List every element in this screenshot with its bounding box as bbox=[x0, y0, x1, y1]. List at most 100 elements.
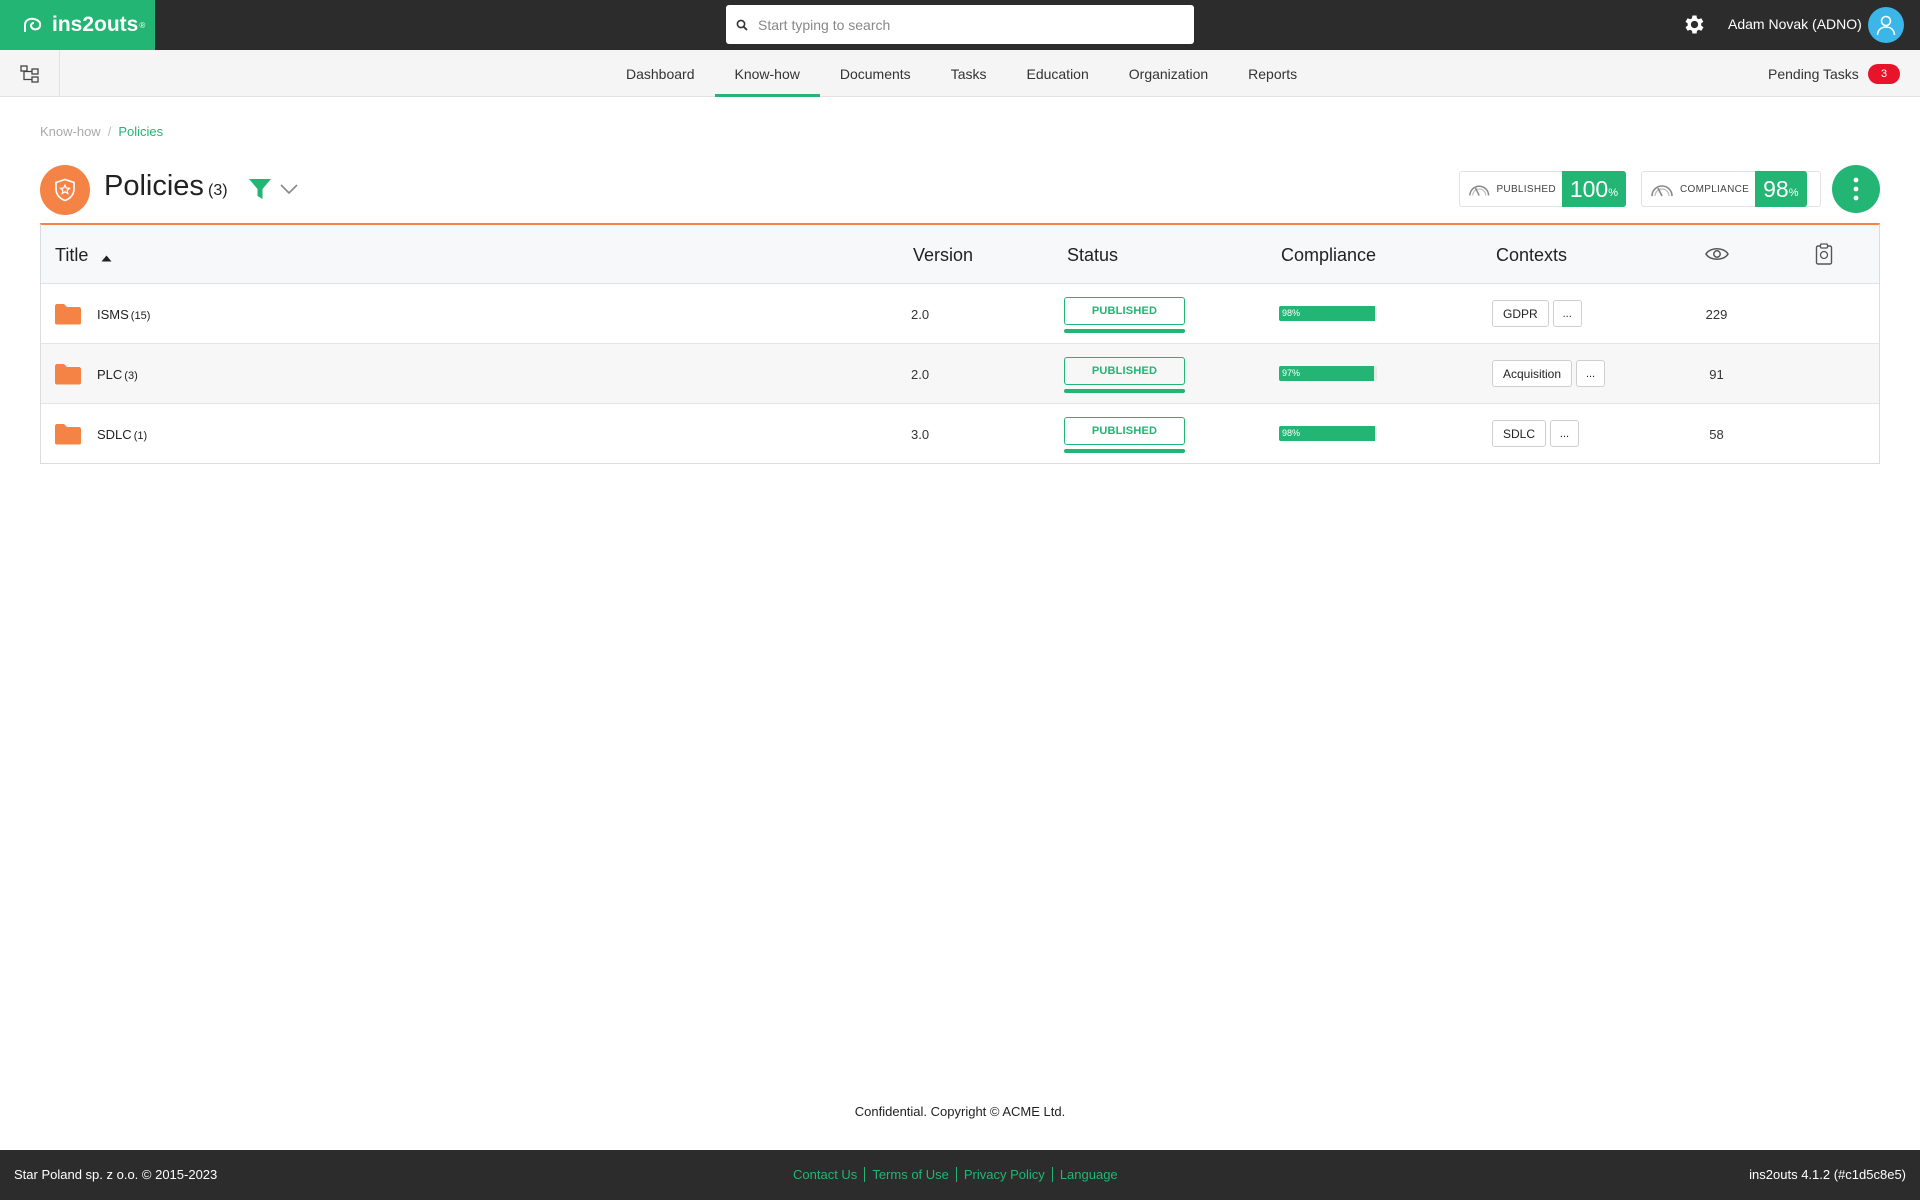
compliance-bar: 97% bbox=[1279, 366, 1377, 381]
eye-icon[interactable] bbox=[1705, 246, 1729, 262]
published-stat: PUBLISHED 100% bbox=[1459, 171, 1626, 207]
nav-tasks[interactable]: Tasks bbox=[931, 50, 1007, 97]
nav-documents[interactable]: Documents bbox=[820, 50, 931, 97]
row-version: 2.0 bbox=[911, 307, 930, 322]
nav-reports[interactable]: Reports bbox=[1228, 50, 1317, 97]
gauge-icon bbox=[1651, 185, 1673, 197]
status-label: PUBLISHED bbox=[1064, 417, 1185, 445]
trademark: ® bbox=[139, 20, 146, 30]
filter-icon[interactable] bbox=[248, 177, 272, 201]
published-value: 100 bbox=[1569, 175, 1609, 202]
breadcrumb-policies[interactable]: Policies bbox=[118, 124, 163, 139]
app-name: ins2outs bbox=[52, 13, 139, 36]
row-title-count: (15) bbox=[130, 310, 151, 322]
status-underline bbox=[1064, 389, 1185, 393]
compliance-bar: 98% bbox=[1279, 306, 1377, 321]
column-version[interactable]: Version bbox=[913, 245, 973, 266]
row-title[interactable]: ISMS (15) bbox=[97, 307, 150, 322]
contexts-cell: Acquisition ... bbox=[1492, 360, 1606, 387]
clipboard-icon[interactable] bbox=[1815, 243, 1833, 265]
footer-link-terms[interactable]: Terms of Use bbox=[864, 1167, 956, 1182]
footer-links: Contact Us Terms of Use Privacy Policy L… bbox=[793, 1167, 1125, 1182]
search-box[interactable] bbox=[726, 5, 1194, 44]
column-title[interactable]: Title bbox=[55, 245, 88, 266]
more-actions-button[interactable] bbox=[1832, 165, 1880, 213]
compliance-stat: COMPLIANCE 98% bbox=[1641, 171, 1821, 207]
gauge-icon bbox=[1469, 185, 1490, 196]
row-version: 2.0 bbox=[911, 367, 930, 382]
table-row[interactable]: ISMS (15) 2.0 PUBLISHED 98% GDPR ... 229 bbox=[41, 284, 1879, 344]
context-tag[interactable]: SDLC bbox=[1492, 420, 1547, 447]
compliance-bar-fill: 97% bbox=[1279, 366, 1375, 381]
status-label: PUBLISHED bbox=[1064, 297, 1185, 325]
compliance-bar: 98% bbox=[1279, 426, 1377, 441]
app-logo[interactable]: ins2outs ® bbox=[0, 0, 155, 50]
user-name[interactable]: Adam Novak (ADNO) bbox=[1728, 16, 1862, 32]
tree-icon bbox=[19, 64, 39, 83]
footer-link-language[interactable]: Language bbox=[1051, 1167, 1125, 1182]
page-icon bbox=[40, 165, 90, 215]
contexts-cell: SDLC ... bbox=[1492, 420, 1580, 447]
context-more-button[interactable]: ... bbox=[1550, 420, 1580, 447]
compliance-label: COMPLIANCE bbox=[1680, 183, 1750, 195]
folder-icon bbox=[55, 364, 81, 385]
policies-table: Title Version Status Compliance Contexts… bbox=[40, 223, 1880, 464]
chevron-down-icon[interactable] bbox=[280, 184, 298, 195]
breadcrumb-know-how[interactable]: Know-how bbox=[40, 124, 101, 139]
footer-link-privacy[interactable]: Privacy Policy bbox=[955, 1167, 1052, 1182]
status-badge: PUBLISHED bbox=[1064, 357, 1185, 394]
context-more-button[interactable]: ... bbox=[1576, 360, 1606, 387]
context-more-button[interactable]: ... bbox=[1552, 300, 1582, 327]
search-icon bbox=[736, 19, 748, 31]
row-title[interactable]: PLC (3) bbox=[97, 367, 138, 382]
published-label: PUBLISHED bbox=[1496, 183, 1556, 195]
tree-view-button[interactable] bbox=[0, 50, 60, 97]
row-title-text: SDLC bbox=[97, 427, 132, 442]
status-label: PUBLISHED bbox=[1064, 357, 1185, 385]
nav-dashboard[interactable]: Dashboard bbox=[606, 50, 715, 97]
page-count: (3) bbox=[208, 182, 228, 199]
context-tag[interactable]: GDPR bbox=[1492, 300, 1549, 327]
row-views: 91 bbox=[1709, 367, 1724, 382]
table-row[interactable]: SDLC (1) 3.0 PUBLISHED 98% SDLC ... 58 bbox=[41, 404, 1879, 464]
status-badge: PUBLISHED bbox=[1064, 297, 1185, 334]
column-status[interactable]: Status bbox=[1067, 245, 1118, 266]
pending-tasks-badge[interactable]: 3 bbox=[1868, 64, 1900, 84]
pending-tasks-link[interactable]: Pending Tasks bbox=[1768, 66, 1859, 82]
search-input[interactable] bbox=[758, 16, 1178, 33]
column-compliance[interactable]: Compliance bbox=[1281, 245, 1376, 266]
sort-up-icon[interactable] bbox=[101, 255, 112, 262]
nav-education[interactable]: Education bbox=[1006, 50, 1108, 97]
user-icon bbox=[1876, 15, 1896, 36]
footer: Star Poland sp. z o.o. © 2015-2023 Conta… bbox=[0, 1150, 1920, 1200]
footer-copyright: Star Poland sp. z o.o. © 2015-2023 bbox=[14, 1167, 218, 1182]
context-tag[interactable]: Acquisition bbox=[1492, 360, 1573, 387]
compliance-bar-fill: 98% bbox=[1279, 306, 1376, 321]
column-contexts[interactable]: Contexts bbox=[1496, 245, 1567, 266]
compliance-value-box: 98% bbox=[1755, 171, 1807, 207]
status-underline bbox=[1064, 449, 1185, 453]
more-vertical-icon bbox=[1853, 177, 1859, 201]
logo-icon bbox=[24, 17, 42, 32]
table-row[interactable]: PLC (3) 2.0 PUBLISHED 97% Acquisition ...… bbox=[41, 344, 1879, 404]
nav-know-how[interactable]: Know-how bbox=[714, 50, 820, 97]
folder-icon bbox=[55, 424, 81, 445]
avatar[interactable] bbox=[1868, 7, 1904, 43]
footer-link-contact[interactable]: Contact Us bbox=[793, 1167, 864, 1182]
footer-version: ins2outs 4.1.2 (#c1d5c8e5) bbox=[1749, 1167, 1906, 1182]
breadcrumb: Know-how / Policies bbox=[40, 124, 163, 139]
row-title-text: PLC bbox=[97, 367, 123, 382]
status-badge: PUBLISHED bbox=[1064, 417, 1185, 454]
compliance-bar-fill: 98% bbox=[1279, 426, 1376, 441]
compliance-unit: % bbox=[1788, 187, 1799, 199]
row-views: 58 bbox=[1709, 427, 1724, 442]
nav-organization[interactable]: Organization bbox=[1109, 50, 1228, 97]
nav-bar: Dashboard Know-how Documents Tasks Educa… bbox=[0, 50, 1920, 97]
contexts-cell: GDPR ... bbox=[1492, 300, 1582, 327]
gear-icon[interactable] bbox=[1682, 12, 1707, 37]
row-title-text: ISMS bbox=[97, 307, 129, 322]
row-title[interactable]: SDLC (1) bbox=[97, 427, 147, 442]
confidential-notice: Confidential. Copyright © ACME Ltd. bbox=[854, 1104, 1066, 1119]
table-header: Title Version Status Compliance Contexts bbox=[41, 225, 1879, 284]
row-views: 229 bbox=[1705, 307, 1728, 322]
